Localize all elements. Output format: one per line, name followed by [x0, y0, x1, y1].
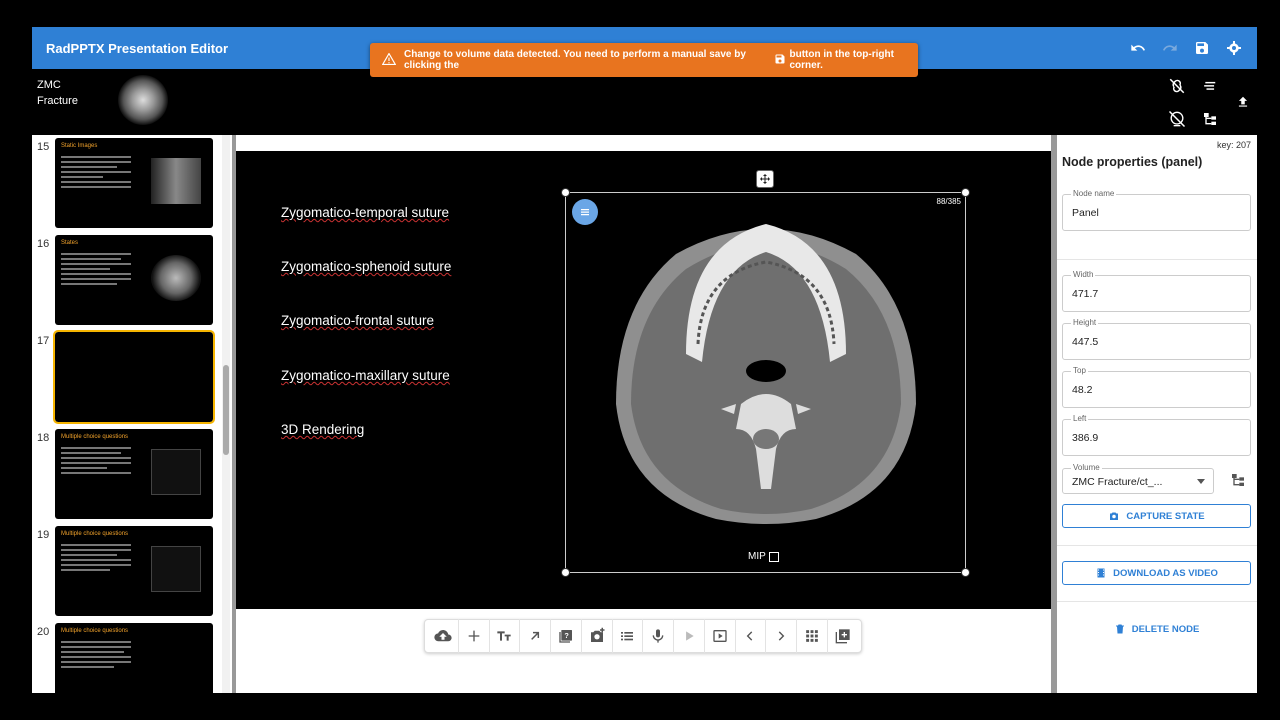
camera-icon	[1110, 512, 1119, 520]
film-icon	[1097, 568, 1105, 578]
list-icon[interactable]	[614, 623, 640, 649]
chevron-right-icon[interactable]	[768, 623, 794, 649]
slide-thumbnail[interactable]: Multiple choice questions	[55, 429, 213, 519]
menu-icon	[581, 209, 589, 216]
resize-handle[interactable]	[561, 568, 570, 577]
slide-editor: Zygomatico-temporal suture Zygomatico-sp…	[236, 135, 1051, 693]
slide-thumbnail[interactable]: States	[55, 235, 213, 325]
right-toolbar	[1147, 69, 1257, 135]
left-field[interactable]: Left 386.9	[1062, 414, 1251, 456]
settings-icon[interactable]	[1225, 39, 1243, 57]
save-icon[interactable]	[1193, 39, 1211, 57]
trash-icon	[1115, 624, 1124, 634]
presentation-thumbnail	[118, 75, 168, 125]
presentation-header: ZMC Fracture	[32, 69, 1257, 135]
grid-icon[interactable]	[799, 623, 825, 649]
width-field[interactable]: Width 471.7	[1062, 270, 1251, 312]
top-field[interactable]: Top 48.2	[1062, 366, 1251, 408]
bullet-text[interactable]: Zygomatico-frontal suture	[281, 313, 434, 328]
delete-node-button[interactable]: DELETE NODE	[1062, 617, 1251, 641]
warning-icon	[381, 51, 397, 68]
bullet-text[interactable]: Zygomatico-temporal suture	[281, 205, 449, 220]
app-title: RadPPTX Presentation Editor	[46, 40, 229, 56]
bullet-text[interactable]: 3D Rendering	[281, 422, 364, 437]
slice-counter: 88/385	[936, 197, 961, 206]
node-name-field[interactable]: Node name Panel	[1062, 189, 1251, 231]
dropdown-caret-icon	[1197, 479, 1205, 484]
app-window: RadPPTX Presentation Editor Change to vo…	[32, 27, 1257, 693]
svg-text:?: ?	[564, 631, 569, 640]
unlink-icon[interactable]	[1167, 76, 1187, 96]
manual-save-toast: Change to volume data detected. You need…	[370, 43, 918, 77]
tree-structure-icon[interactable]	[1200, 109, 1220, 129]
undo-icon[interactable]	[1129, 39, 1147, 57]
properties-heading: Node properties (panel)	[1062, 155, 1203, 169]
quiz-icon[interactable]: ?	[553, 623, 579, 649]
viewer-menu-button[interactable]	[572, 199, 598, 225]
arrow-icon[interactable]	[522, 623, 548, 649]
bullet-text[interactable]: Zygomatico-sphenoid suture	[281, 259, 451, 274]
microphone-icon[interactable]	[645, 623, 671, 649]
presentation-name[interactable]: ZMC Fracture	[37, 77, 78, 109]
text-align-icon[interactable]	[1200, 76, 1220, 96]
slide-thumbnail[interactable]: Static Images	[55, 138, 213, 228]
redo-icon[interactable]	[1161, 39, 1179, 57]
properties-panel: key: 207 Node properties (panel) Node na…	[1057, 135, 1257, 693]
capture-state-button[interactable]: CAPTURE STATE	[1062, 504, 1251, 528]
resize-handle[interactable]	[961, 568, 970, 577]
slide-thumbnail-selected[interactable]	[53, 330, 215, 424]
volume-select[interactable]: Volume ZMC Fracture/ct_...	[1062, 463, 1214, 494]
inline-save-icon	[774, 53, 786, 68]
node-key: key: 207	[1216, 140, 1251, 150]
ct-viewer-panel[interactable]: 88/385 MIP	[561, 188, 970, 577]
slide-canvas[interactable]: Zygomatico-temporal suture Zygomatico-sp…	[236, 151, 1051, 609]
toast-text-start: Change to volume data detected. You need…	[404, 49, 746, 71]
text-icon[interactable]	[491, 623, 517, 649]
slide-thumbnail[interactable]: Multiple choice questions	[55, 526, 213, 616]
ct-scan-image	[616, 224, 916, 524]
add-slide-icon[interactable]	[830, 623, 856, 649]
mip-checkbox[interactable]	[768, 551, 779, 562]
upload-icon[interactable]	[1233, 92, 1253, 112]
scrollbar-thumb[interactable]	[223, 365, 229, 455]
slide-list-scrollbar[interactable]	[222, 135, 230, 693]
add-icon[interactable]	[461, 623, 487, 649]
download-video-button[interactable]: DOWNLOAD AS VIDEO	[1062, 561, 1251, 585]
mip-toggle[interactable]: MIP	[748, 551, 779, 562]
height-field[interactable]: Height 447.5	[1062, 318, 1251, 360]
hide-annotation-icon[interactable]	[1167, 109, 1187, 129]
topbar-actions	[1129, 27, 1243, 69]
play-icon[interactable]	[676, 623, 702, 649]
cloud-upload-icon[interactable]	[430, 623, 456, 649]
resize-handle[interactable]	[561, 188, 570, 197]
chevron-left-icon[interactable]	[737, 623, 763, 649]
resize-handle[interactable]	[961, 188, 970, 197]
volume-tree-icon[interactable]	[1230, 472, 1246, 493]
slide-thumbnail[interactable]: Multiple choice questions	[55, 623, 213, 693]
toast-text-end: button in the top-right corner.	[789, 49, 894, 71]
move-handle-icon[interactable]	[756, 170, 774, 188]
slide-list: 15 Static Images 16 States 17 18 Multipl…	[32, 135, 232, 693]
add-photo-icon[interactable]	[584, 623, 610, 649]
bottom-toolbar: ?	[424, 619, 862, 653]
slideshow-icon[interactable]	[707, 623, 733, 649]
bullet-text[interactable]: Zygomatico-maxillary suture	[281, 368, 450, 383]
